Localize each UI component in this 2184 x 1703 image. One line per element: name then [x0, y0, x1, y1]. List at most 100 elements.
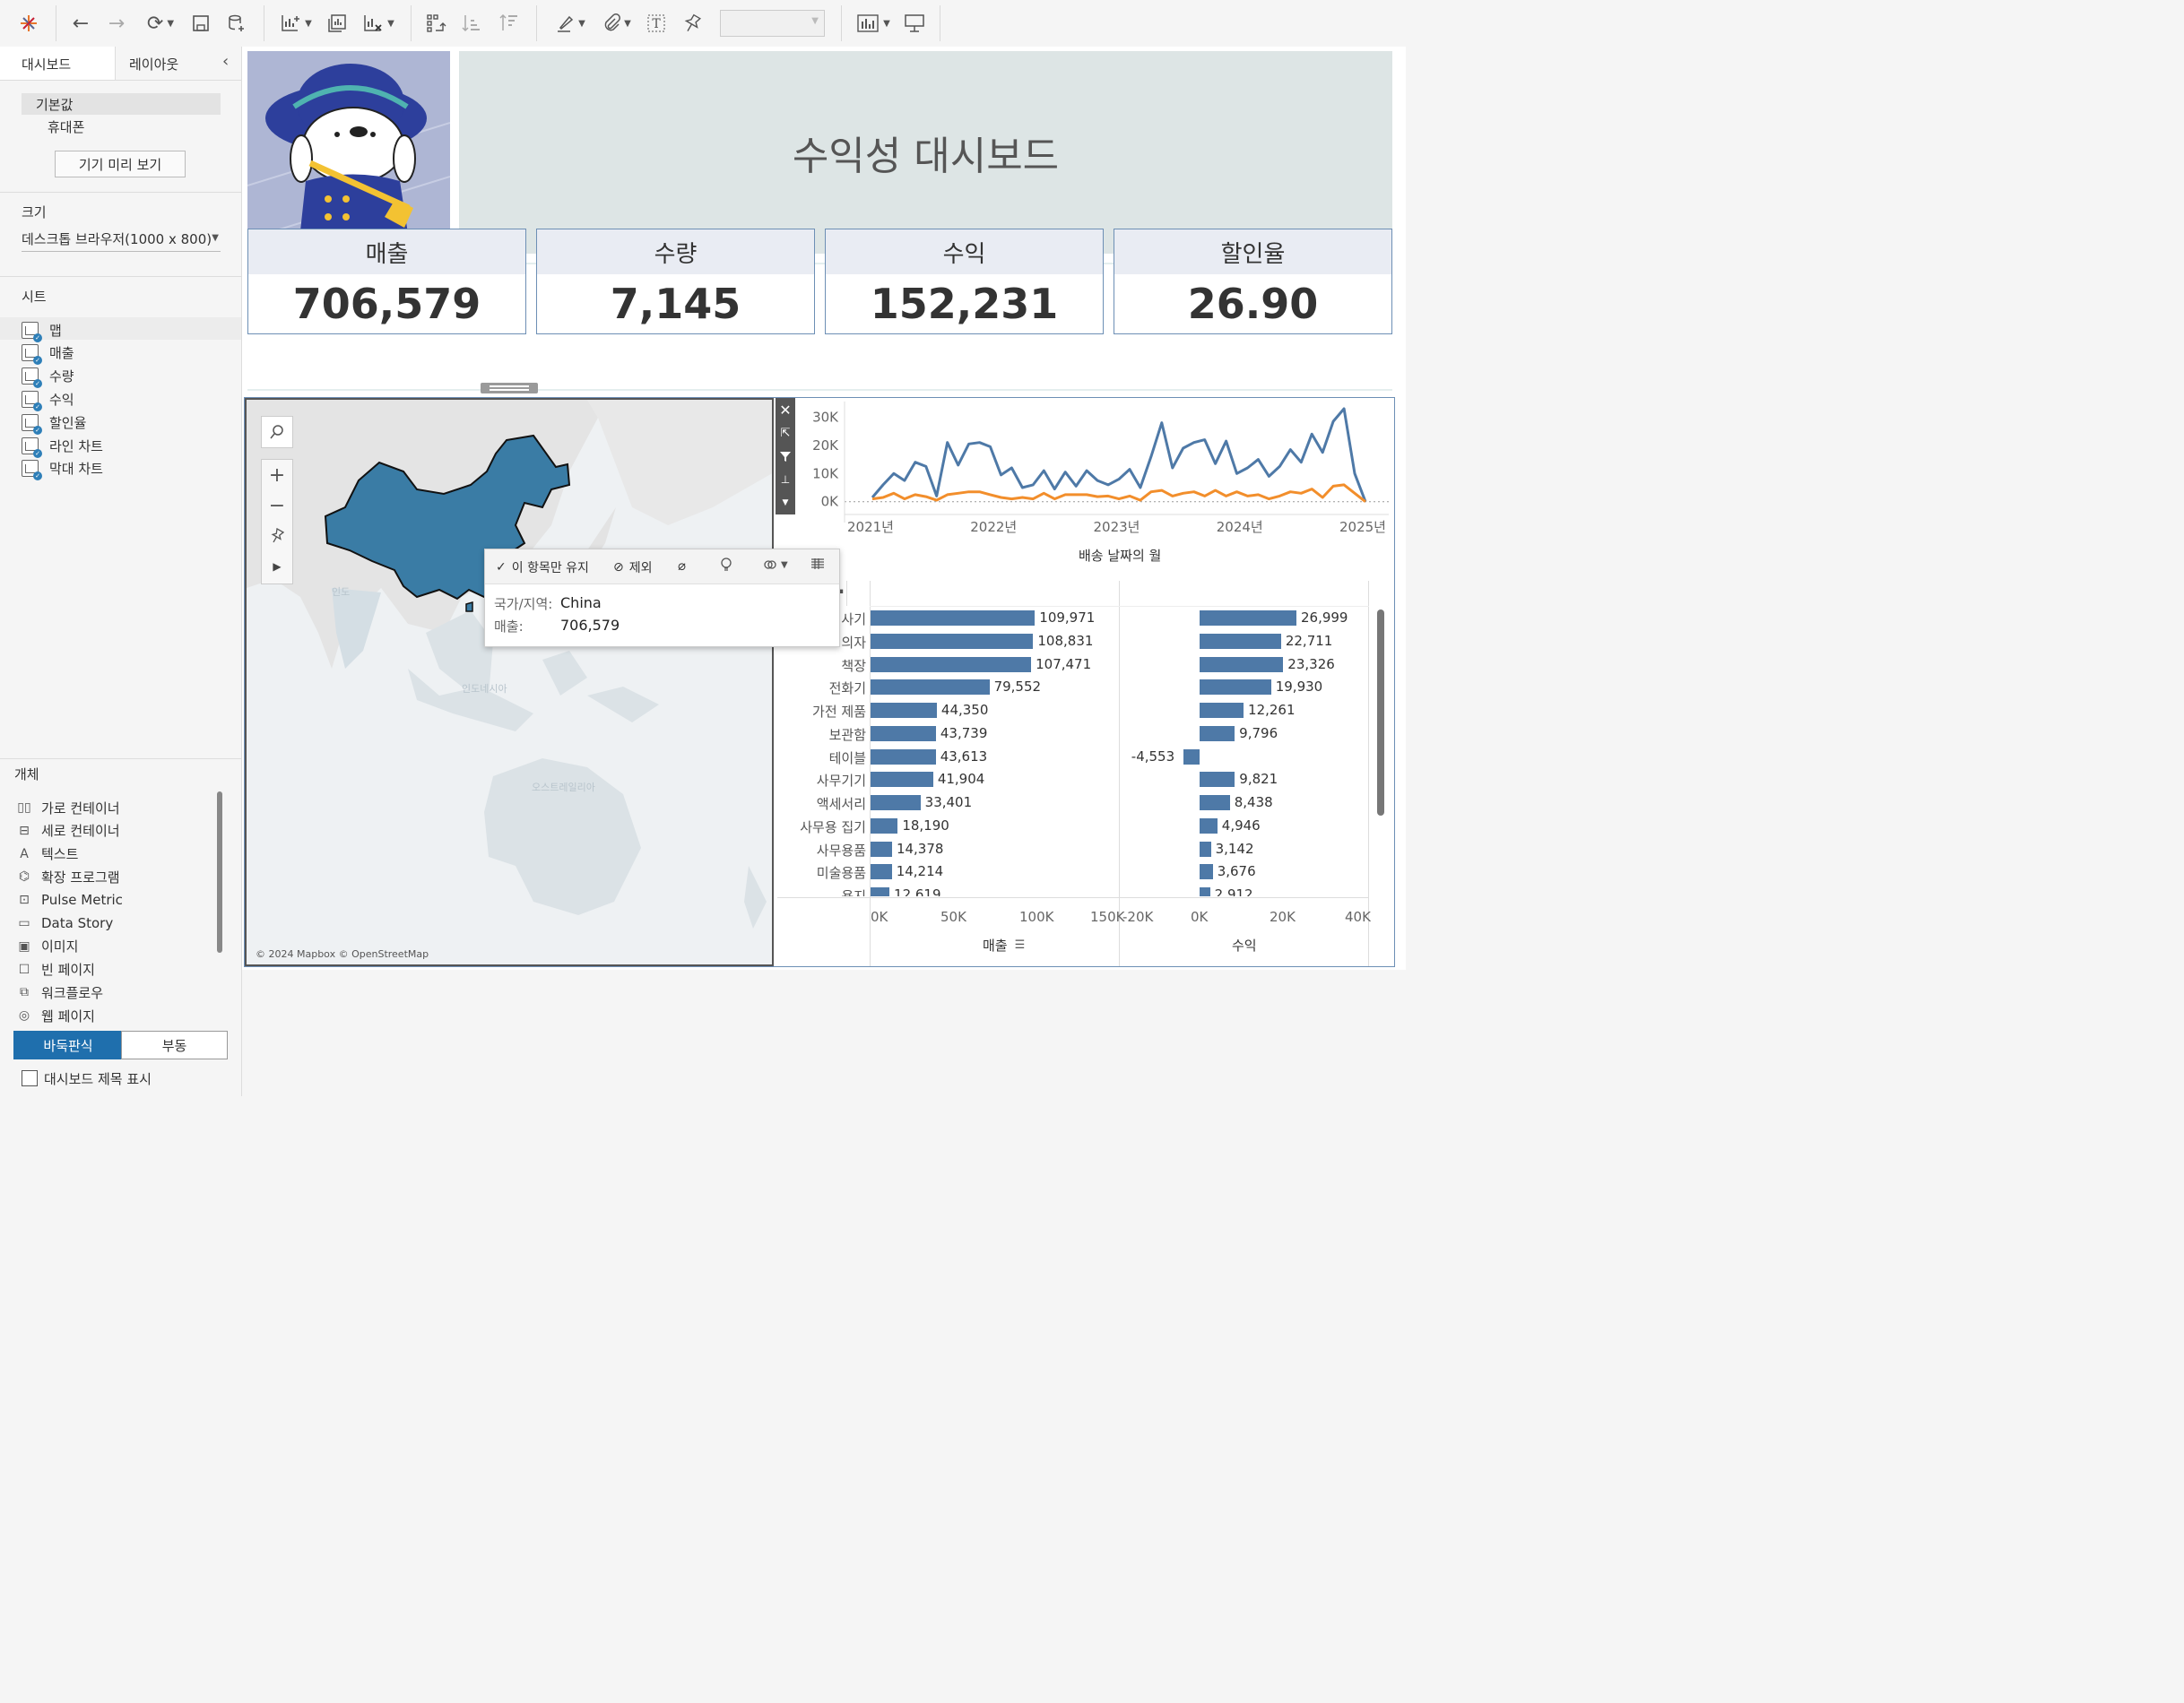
floating-button[interactable]: 부동 — [121, 1031, 228, 1059]
profit-bar[interactable] — [1200, 633, 1281, 649]
sales-bar[interactable] — [871, 679, 990, 696]
zoom-out-icon[interactable]: − — [262, 490, 292, 521]
container-drag-handle[interactable] — [481, 383, 538, 393]
object-item[interactable]: ⊡ Pulse Metric — [16, 889, 123, 911]
device-default[interactable]: 기본값 — [36, 95, 73, 114]
device-phone[interactable]: 휴대폰 — [48, 117, 84, 136]
tableau-logo-icon[interactable] — [16, 11, 41, 36]
set-icon[interactable]: ▼ — [763, 558, 788, 572]
redo-icon[interactable]: → — [104, 11, 129, 36]
profit-bar[interactable] — [1200, 817, 1218, 834]
tab-layout[interactable]: 레이아웃 — [129, 47, 178, 81]
sales-bar[interactable] — [871, 887, 890, 896]
object-item[interactable]: ⌬ 확장 프로그램 — [16, 866, 120, 887]
more-options-icon[interactable]: ▼ — [776, 491, 795, 514]
object-item[interactable]: ▭ Data Story — [16, 912, 113, 934]
kpi-card[interactable]: 수익 152,231 — [825, 229, 1104, 334]
presentation-icon[interactable] — [902, 11, 927, 36]
profit-bar[interactable] — [1200, 864, 1213, 880]
profit-bar[interactable] — [1200, 887, 1210, 896]
pin-icon[interactable] — [680, 11, 705, 36]
sheet-item[interactable]: ✓ 할인율 — [22, 411, 86, 435]
object-item[interactable]: ☐ 빈 페이지 — [16, 959, 95, 981]
objects-scrollbar[interactable] — [217, 791, 222, 953]
profit-bar[interactable] — [1200, 725, 1235, 741]
sort-desc-icon[interactable] — [497, 11, 522, 36]
profit-bar[interactable] — [1200, 703, 1244, 718]
profit-bar[interactable] — [1200, 841, 1211, 857]
sheet-item[interactable]: ✓ 수익 — [22, 388, 74, 411]
object-item[interactable]: ⊟ 세로 컨테이너 — [16, 820, 119, 842]
sales-bar[interactable] — [871, 703, 937, 718]
replay-icon[interactable]: ⟳ ▼ — [140, 11, 181, 36]
exclude-button[interactable]: ⊘ 제외 — [613, 558, 653, 576]
sheet-item[interactable]: ✓ 라인 차트 — [22, 435, 103, 458]
sales-bar[interactable] — [871, 817, 898, 834]
fit-dropdown[interactable]: ▼ — [720, 10, 825, 37]
close-icon[interactable]: ✕ — [776, 398, 795, 421]
device-preview-button[interactable]: 기기 미리 보기 — [55, 151, 186, 177]
sales-bar[interactable] — [871, 748, 936, 765]
object-item[interactable]: ◎ 웹 페이지 — [16, 1005, 95, 1026]
tab-dashboard[interactable]: 대시보드 — [22, 47, 71, 81]
profit-bar[interactable] — [1200, 772, 1235, 788]
sheet-item[interactable]: ✓ 막대 차트 — [22, 458, 103, 481]
swap-icon[interactable] — [423, 11, 448, 36]
attach-icon[interactable]: ▼ — [597, 11, 637, 36]
kpi-card[interactable]: 매출 706,579 — [247, 229, 526, 334]
sheet-item[interactable]: ✓ 수량 — [22, 366, 74, 389]
sales-bar[interactable] — [871, 795, 921, 810]
duplicate-sheet-icon[interactable] — [325, 11, 350, 36]
clear-sheet-icon[interactable]: ▼ — [357, 11, 400, 36]
new-worksheet-icon[interactable]: ▼ — [274, 11, 317, 36]
save-icon[interactable] — [188, 11, 213, 36]
map-pin-icon[interactable] — [262, 521, 292, 551]
profit-bar[interactable] — [1200, 679, 1271, 696]
sales-bar[interactable] — [871, 633, 1034, 649]
text-label-icon[interactable]: T — [644, 11, 669, 36]
map-view[interactable]: 인도 인도네시아 오스트레일리아 + − ▶ © 2024 Mapbox © O… — [245, 398, 774, 966]
map-expand-icon[interactable]: ▶ — [262, 551, 292, 582]
kpi-card[interactable]: 수량 7,145 — [536, 229, 815, 334]
bar-chart-area[interactable]: 사기 109,971 26,999 의자 108,831 22,711 책장 107,471 2… — [776, 608, 1370, 896]
chevron-left-icon[interactable]: ‹ — [222, 52, 229, 71]
profit-bar[interactable] — [1200, 610, 1296, 626]
map-search-icon[interactable] — [261, 416, 293, 448]
kpi-card[interactable]: 할인율 26.90 — [1114, 229, 1392, 334]
profit-bar[interactable] — [1200, 656, 1284, 672]
highlight-icon[interactable]: ▼ — [550, 11, 590, 36]
size-dropdown[interactable]: 데스크톱 브라우저(1000 x 800) ▼ — [22, 229, 221, 252]
sales-bar[interactable] — [871, 864, 892, 880]
line-series[interactable] — [871, 483, 1366, 503]
sales-bar[interactable] — [871, 725, 936, 741]
filter-icon[interactable] — [776, 445, 795, 468]
profit-bar[interactable] — [1200, 795, 1230, 810]
sales-bar[interactable] — [871, 656, 1032, 672]
sales-bar[interactable] — [871, 772, 933, 788]
object-item[interactable]: ▯▯ 가로 컨테이너 — [16, 797, 119, 818]
sort-icon[interactable]: ☰ — [1015, 938, 1026, 952]
keep-only-button[interactable]: ✓ 이 항목만 유지 — [496, 558, 589, 576]
object-item[interactable]: A 텍스트 — [16, 843, 78, 865]
new-datasource-icon[interactable] — [224, 11, 249, 36]
undo-icon[interactable]: ← — [68, 11, 93, 36]
sheet-item[interactable]: ✓ 맵 — [22, 319, 62, 342]
tiled-button[interactable]: 바둑판식 — [13, 1031, 123, 1059]
object-item[interactable]: ⧉ 워크플로우 — [16, 981, 103, 1003]
show-title-checkbox[interactable] — [22, 1070, 38, 1086]
profit-bar[interactable] — [1183, 748, 1200, 765]
zoom-in-icon[interactable]: + — [262, 460, 292, 490]
view-data-icon[interactable] — [810, 558, 825, 570]
explain-data-icon[interactable] — [720, 558, 732, 572]
object-item[interactable]: ▣ 이미지 — [16, 936, 78, 957]
group-members-icon[interactable]: ⌀ — [678, 558, 686, 574]
sales-bar[interactable] — [871, 841, 892, 857]
pin-zone-icon[interactable]: ⊥ — [776, 468, 795, 491]
sheet-item[interactable]: ✓ 매출 — [22, 342, 74, 366]
open-sheet-icon[interactable]: ⇱ — [776, 421, 795, 445]
sales-bar[interactable] — [871, 610, 1036, 626]
show-me-icon[interactable]: ▼ — [854, 11, 893, 36]
bar-chart-scrollbar[interactable] — [1375, 608, 1386, 896]
line-series[interactable] — [871, 407, 1367, 503]
sort-asc-icon[interactable] — [459, 11, 484, 36]
